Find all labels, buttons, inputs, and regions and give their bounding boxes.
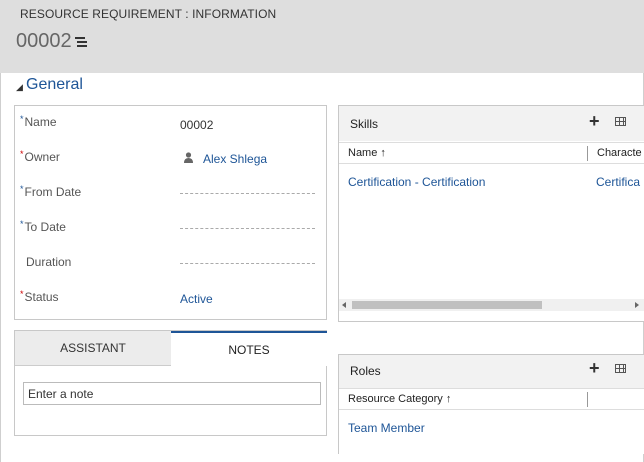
recommended-marker: * [20,219,24,229]
form-header: RESOURCE REQUIREMENT : INFORMATION 00002 [0,0,644,73]
field-label-to-date: *To Date [20,219,66,234]
grid-view-icon[interactable] [615,364,626,373]
recommended-marker: * [20,114,24,124]
required-marker: * [20,149,24,159]
scrollbar-thumb[interactable] [352,301,542,309]
field-value-name[interactable]: 00002 [180,118,213,132]
form-selector-menu-icon[interactable] [75,36,89,48]
column-separator[interactable] [587,146,588,161]
roles-subgrid: Roles + Resource Category ↑ Team Member [338,354,644,454]
activity-panel: ASSISTANT NOTES [14,330,327,436]
column-separator[interactable] [587,392,588,407]
column-header-resource-category[interactable]: Resource Category ↑ [348,393,451,405]
general-fields-panel [14,105,327,320]
roles-title: Roles [350,364,381,378]
roles-grid-header: Roles + [339,355,644,388]
role-link[interactable]: Team Member [348,421,425,435]
roles-column-headers: Resource Category ↑ [339,388,644,410]
skills-title: Skills [350,117,379,131]
section-title[interactable]: General [26,76,83,94]
user-icon [184,152,193,163]
status-value[interactable]: Active [180,292,213,306]
required-marker: * [20,289,24,299]
skills-column-headers: Name ↑ Characte [339,142,644,164]
owner-link[interactable]: Alex Shlega [203,152,267,166]
skill-name-link[interactable]: Certification - Certification [348,175,485,189]
to-date-field[interactable] [180,228,315,229]
record-name: 00002 [16,30,72,52]
column-header-name[interactable]: Name ↑ [348,147,386,159]
horizontal-scrollbar[interactable] [339,299,644,311]
field-label-from-date: *From Date [20,184,82,199]
scroll-left-icon[interactable] [342,302,346,308]
add-skill-icon[interactable]: + [589,111,600,132]
field-label-status: *Status [20,289,59,304]
collapse-section-icon[interactable]: ◢ [16,82,23,93]
skill-characteristic-link[interactable]: Certifica [596,175,644,189]
field-label-owner: *Owner [20,149,60,164]
skills-subgrid: Skills + Name ↑ Characte Certification -… [338,105,644,322]
tab-notes[interactable]: NOTES [171,331,327,366]
recommended-marker: * [20,184,24,194]
entity-title: RESOURCE REQUIREMENT : INFORMATION [20,7,277,21]
skills-grid-header: Skills + [339,106,644,141]
duration-field[interactable] [180,263,315,264]
grid-view-icon[interactable] [615,117,626,126]
note-input[interactable] [23,382,321,405]
field-label-name: *Name [20,114,57,129]
tab-assistant[interactable]: ASSISTANT [15,331,171,366]
scroll-right-icon[interactable] [635,302,639,308]
from-date-field[interactable] [180,193,315,194]
field-label-duration: Duration [26,255,72,269]
column-header-characteristic[interactable]: Characte [597,147,644,159]
add-role-icon[interactable]: + [589,358,600,379]
